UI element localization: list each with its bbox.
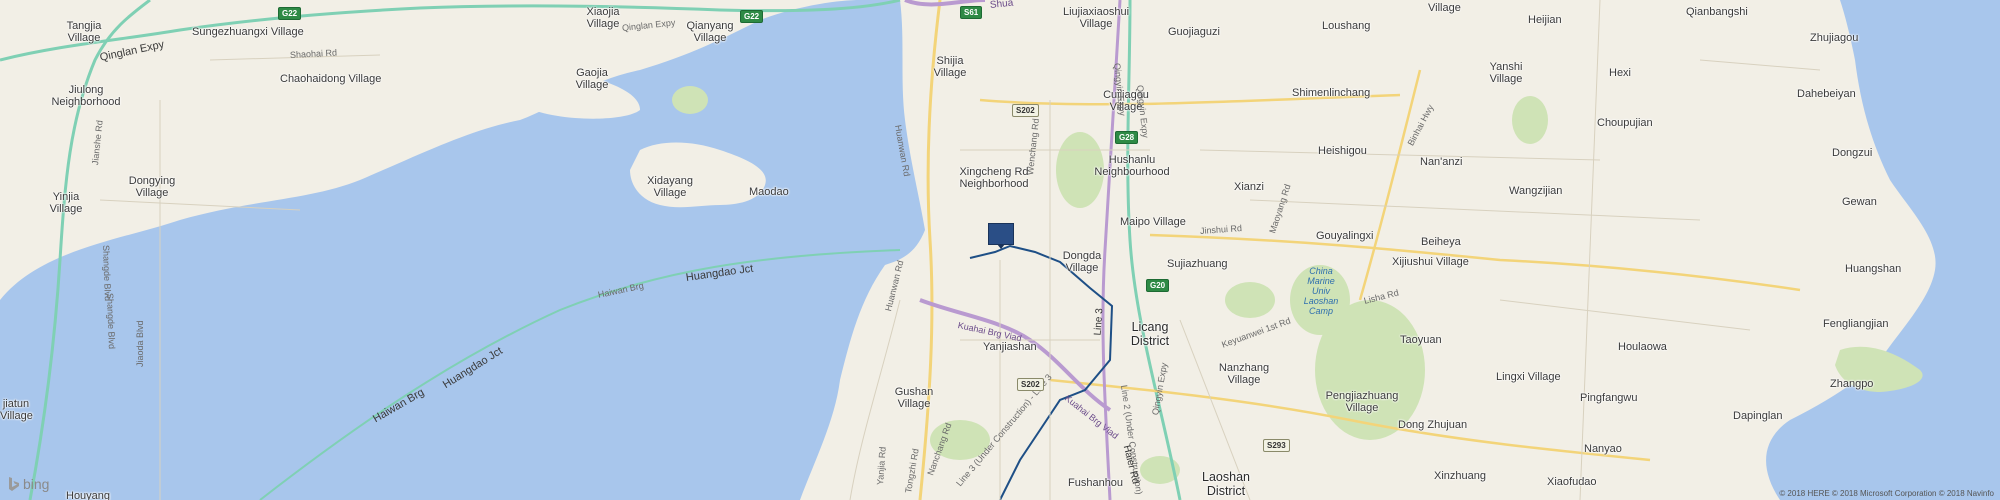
place-choupujian: Choupujian — [1597, 117, 1653, 129]
place-houyang: Houyang — [66, 490, 111, 500]
place-gouyalingxi: Gouyalingxi — [1316, 230, 1374, 242]
place-fengliangjian: Fengliangjian — [1823, 318, 1889, 330]
place-sungezhuangxi: Sungezhuangxi Village — [192, 26, 304, 38]
place-houlaowa: Houlaowa — [1618, 341, 1667, 353]
shield-g22-b: G22 — [740, 10, 764, 23]
place-gewan: Gewan — [1842, 196, 1877, 208]
place-hushanlu: Hushanlu Neighbourhood — [1094, 154, 1170, 178]
map-view[interactable]: Tangjia Village Xiaojia Village Qianyang Vi… — [0, 0, 2000, 500]
place-yinjia: Yinjia Village — [49, 191, 83, 215]
road-jiaoda-blvd: Jiaoda Blvd — [135, 320, 145, 367]
place-zhujiagou: Zhujiagou — [1810, 32, 1859, 44]
place-xidayang: Xidayang Village — [647, 175, 693, 199]
place-guojiaguzi: Guojiaguzi — [1168, 26, 1220, 38]
place-chaohaidong: Chaohaidong Village — [280, 73, 382, 85]
place-pingfangwu: Pingfangwu — [1580, 392, 1638, 404]
place-jiulong: Jiulong Neighborhood — [51, 84, 121, 108]
place-qianbangshi: Qianbangshi — [1686, 6, 1748, 18]
place-beiheya: Beiheya — [1421, 236, 1461, 248]
place-qianyang: Qianyang Village — [686, 20, 734, 44]
shield-s202-b: S202 — [1017, 378, 1044, 391]
road-line-3: Line 3 — [1092, 307, 1106, 336]
place-liujiaxiaoshui: Liujiaxiaoshui Village — [1062, 6, 1130, 30]
place-xinzhuang: Xinzhuang — [1434, 470, 1486, 482]
place-shijia: Shijia Village — [933, 55, 967, 79]
bing-b-icon — [9, 477, 19, 491]
place-nanzhang: Nanzhang Village — [1218, 362, 1270, 386]
place-dongzhujuan: Dong Zhujuan — [1398, 419, 1468, 431]
place-nananzi: Nan'anzi — [1420, 156, 1463, 168]
place-licang: Licang District — [1130, 320, 1170, 348]
place-zhangpo: Zhangpo — [1830, 378, 1874, 390]
place-dongzui: Dongzui — [1832, 147, 1873, 159]
label-china-marine-univ: China Marine Univ Laoshan Camp — [1303, 266, 1339, 316]
shield-s293: S293 — [1263, 439, 1290, 452]
shield-g20: G20 — [1146, 279, 1170, 292]
place-laoshan: Laoshan District — [1202, 470, 1250, 498]
place-village-top: Village — [1428, 2, 1461, 14]
bing-logo-text: bing — [23, 476, 50, 492]
place-xiaofudao: Xiaofudao — [1547, 476, 1597, 488]
place-heijian: Heijian — [1528, 14, 1562, 26]
place-gushan: Gushan Village — [894, 386, 934, 410]
place-shimenlinchang: Shimenlinchang — [1292, 87, 1371, 99]
place-pengjiazhuang: Pengjiazhuang Village — [1325, 390, 1399, 414]
place-loushang: Loushang — [1322, 20, 1371, 32]
place-lingxi: Lingxi Village — [1496, 371, 1561, 383]
place-taoyuan: Taoyuan — [1400, 334, 1442, 346]
shield-s202-a: S202 — [1012, 104, 1039, 117]
map-copyright: © 2018 HERE © 2018 Microsoft Corporation… — [1779, 489, 1994, 498]
map-pin-icon[interactable] — [988, 223, 1014, 249]
place-nanyao: Nanyao — [1584, 443, 1622, 455]
shield-g22-a: G22 — [278, 7, 302, 20]
place-gaojia: Gaojia Village — [575, 67, 609, 91]
place-tangjia: Tangjia Village — [66, 20, 102, 44]
shield-g28: G28 — [1115, 131, 1139, 144]
place-sujiazhuang: Sujiazhuang — [1167, 258, 1228, 270]
place-jiatun: jiatun Village — [0, 398, 33, 422]
place-xianzi: Xianzi — [1234, 181, 1264, 193]
place-yanshi: Yanshi Village — [1489, 61, 1523, 85]
place-heishigou: Heishigou — [1318, 145, 1367, 157]
place-hexi: Hexi — [1609, 67, 1632, 79]
place-wangzijian: Wangzijian — [1509, 185, 1563, 197]
place-dapinglan: Dapinglan — [1733, 410, 1783, 422]
place-huangshan: Huangshan — [1845, 263, 1902, 275]
place-fushanhou: Fushanhou — [1068, 477, 1124, 489]
place-yanjiashan: Yanjiashan — [983, 341, 1037, 353]
place-maodao: Maodao — [749, 186, 789, 198]
place-dongda: Dongda Village — [1062, 250, 1102, 274]
shield-s61: S61 — [960, 6, 983, 19]
place-maipo: Maipo Village — [1120, 216, 1186, 228]
road-shangde-blvd-2: Shangde Blvd — [105, 292, 117, 350]
place-dahebeiyan: Dahebeiyan — [1797, 88, 1856, 100]
bing-logo: bing — [8, 476, 49, 492]
place-dongying: Dongying Village — [128, 175, 176, 199]
place-xijiushui: Xijiushui Village — [1392, 256, 1469, 268]
